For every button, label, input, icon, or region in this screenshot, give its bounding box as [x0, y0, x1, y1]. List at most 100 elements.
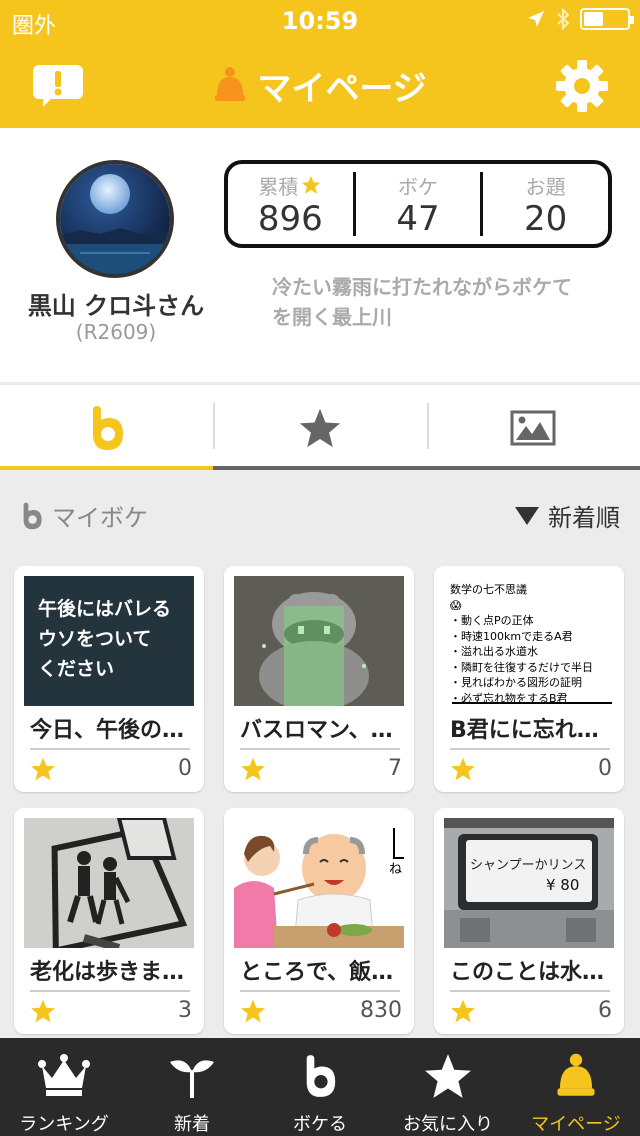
boke-card[interactable]: バスロマン、… 7	[224, 566, 414, 792]
profile-panel: 黒山 クロ斗さん (R2609) 累積 896 ボケ 47 お題 20 冷たい霧…	[0, 128, 640, 382]
elderly-sign-image	[24, 818, 194, 948]
content-tabs	[0, 384, 640, 470]
image-icon	[510, 410, 556, 445]
thumb-text: ね	[388, 862, 402, 877]
location-arrow-icon	[528, 11, 544, 27]
nav-ranking[interactable]: ランキング	[0, 1038, 128, 1136]
card-title: バスロマン、…	[240, 718, 393, 743]
stat-label: お題	[525, 174, 566, 199]
thumb-text: 午後にはバレる	[38, 598, 172, 620]
bottom-nav: ランキング 新着 ボケる お気に入り マイページ	[0, 1038, 640, 1136]
star-icon	[299, 408, 341, 447]
user-bio: 冷たい霧雨に打たれながらボケてを開く最上川	[272, 275, 572, 329]
tab-favorites[interactable]	[213, 385, 426, 470]
card-thumbnail	[234, 576, 404, 706]
sprout-icon	[170, 1060, 214, 1098]
thumb-text: ください	[38, 658, 115, 680]
card-title: 今日、午後の…	[30, 718, 185, 743]
card-star-count: 3	[178, 998, 192, 1023]
boke-icon	[306, 1055, 336, 1097]
thumb-text: ¥ 80	[546, 876, 580, 894]
card-thumbnail: シャンプーかリンス ¥ 80	[444, 818, 614, 948]
card-thumbnail: 数学の七不思議 😱 ・動く点Pの正体 ・時速100kmで走るA君 ・溢れ出る水道…	[444, 576, 614, 706]
stat-value: 47	[396, 198, 440, 239]
sort-label: 新着順	[548, 504, 620, 532]
thumb-text: ウソをついて	[38, 628, 152, 650]
star-icon	[451, 757, 475, 781]
page-title-text: マイページ	[257, 68, 427, 109]
triangle-down-icon	[515, 506, 539, 525]
section-title-text: マイボケ	[52, 504, 148, 532]
card-title: 老化は歩きま…	[30, 960, 185, 985]
thumb-text: 😱	[450, 598, 462, 612]
stat-label: 累積	[258, 174, 299, 199]
card-title: ところで、飯…	[240, 960, 394, 985]
feeding-illustration-image	[234, 818, 404, 948]
nav-label: 新着	[174, 1114, 210, 1135]
thumb-text: 数学の七不思議	[450, 583, 527, 596]
card-star-count: 6	[598, 998, 612, 1023]
nav-boke[interactable]: ボケる	[256, 1038, 384, 1136]
battery-icon	[580, 8, 634, 30]
user-name: 黒山 クロ斗さん	[27, 292, 205, 320]
star-icon	[451, 999, 475, 1023]
card-title: B君にに忘れ…	[450, 718, 599, 743]
sort-dropdown[interactable]: 新着順	[514, 498, 620, 533]
boke-card[interactable]: 午後にはバレる ウソをついて ください 今日、午後の… 0	[14, 566, 204, 792]
stat-value: 20	[524, 198, 568, 239]
status-bar: 圏外 10:59	[0, 0, 640, 40]
top-header: 圏外 10:59 マイページ	[0, 0, 640, 128]
card-thumbnail: ね	[234, 818, 404, 948]
thumb-text: ・見ればわかる図形の証明	[450, 676, 582, 689]
nav-label: お気に入り	[403, 1114, 493, 1135]
boke-icon	[92, 405, 123, 450]
thumb-text: ・隣町を往復するだけで半日	[450, 660, 593, 674]
nav-favorites[interactable]: お気に入り	[384, 1038, 512, 1136]
stat-total-stars[interactable]: 累積 896	[228, 164, 353, 244]
settings-button[interactable]	[552, 58, 612, 114]
card-title: このことは水…	[450, 960, 605, 985]
nav-mypage[interactable]: マイページ	[512, 1038, 640, 1136]
gear-icon	[556, 60, 608, 112]
stat-boke[interactable]: ボケ 47	[352, 172, 481, 239]
bluetooth-icon	[557, 8, 570, 30]
boke-card[interactable]: シャンプーかリンス ¥ 80 このことは水… 6	[434, 808, 624, 1034]
boke-card[interactable]: 数学の七不思議 😱 ・動く点Pの正体 ・時速100kmで走るA君 ・溢れ出る水道…	[434, 566, 624, 792]
star-icon	[31, 999, 55, 1023]
moon-landscape-image	[60, 164, 170, 274]
tab-images[interactable]	[426, 385, 640, 470]
page-title: マイページ	[0, 62, 640, 109]
star-icon	[302, 175, 321, 194]
mypage-bell-icon	[557, 1053, 595, 1096]
avatar[interactable]	[56, 160, 174, 278]
section-header: マイボケ 新着順	[0, 490, 640, 538]
crown-icon	[38, 1054, 90, 1096]
star-icon	[241, 999, 265, 1023]
star-icon	[31, 757, 55, 781]
stat-label: ボケ	[398, 174, 438, 199]
nav-label: ボケる	[293, 1114, 347, 1135]
tab-my-boke[interactable]	[0, 385, 213, 470]
card-thumbnail: 午後にはバレる ウソをついて ください	[24, 576, 194, 706]
battery-fill	[584, 12, 603, 26]
stat-value: 896	[257, 198, 323, 239]
nav-new[interactable]: 新着	[128, 1038, 256, 1136]
hippo-bath-image	[234, 576, 404, 706]
user-id: (R2609)	[75, 320, 157, 344]
nav-label: マイページ	[531, 1114, 621, 1135]
thumb-text: シャンプーかリンス	[470, 858, 587, 873]
thumb-text: ・溢れ出る水道水	[450, 645, 538, 658]
star-icon	[241, 757, 265, 781]
boke-card[interactable]: ね ところで、飯… 830	[224, 808, 414, 1034]
vending-machine-image	[444, 818, 614, 948]
card-star-count: 0	[178, 756, 192, 781]
stat-odai[interactable]: お題 20	[480, 172, 608, 239]
section-title: マイボケ	[20, 498, 148, 533]
card-star-count: 7	[388, 756, 402, 781]
card-thumbnail	[24, 818, 194, 948]
mypage-bell-icon	[215, 67, 246, 101]
stats-box: 累積 896 ボケ 47 お題 20	[224, 160, 612, 248]
boke-card[interactable]: 老化は歩きま… 3	[14, 808, 204, 1034]
thumb-text: ・時速100kmで走るA君	[450, 629, 573, 643]
boke-icon	[23, 502, 42, 529]
